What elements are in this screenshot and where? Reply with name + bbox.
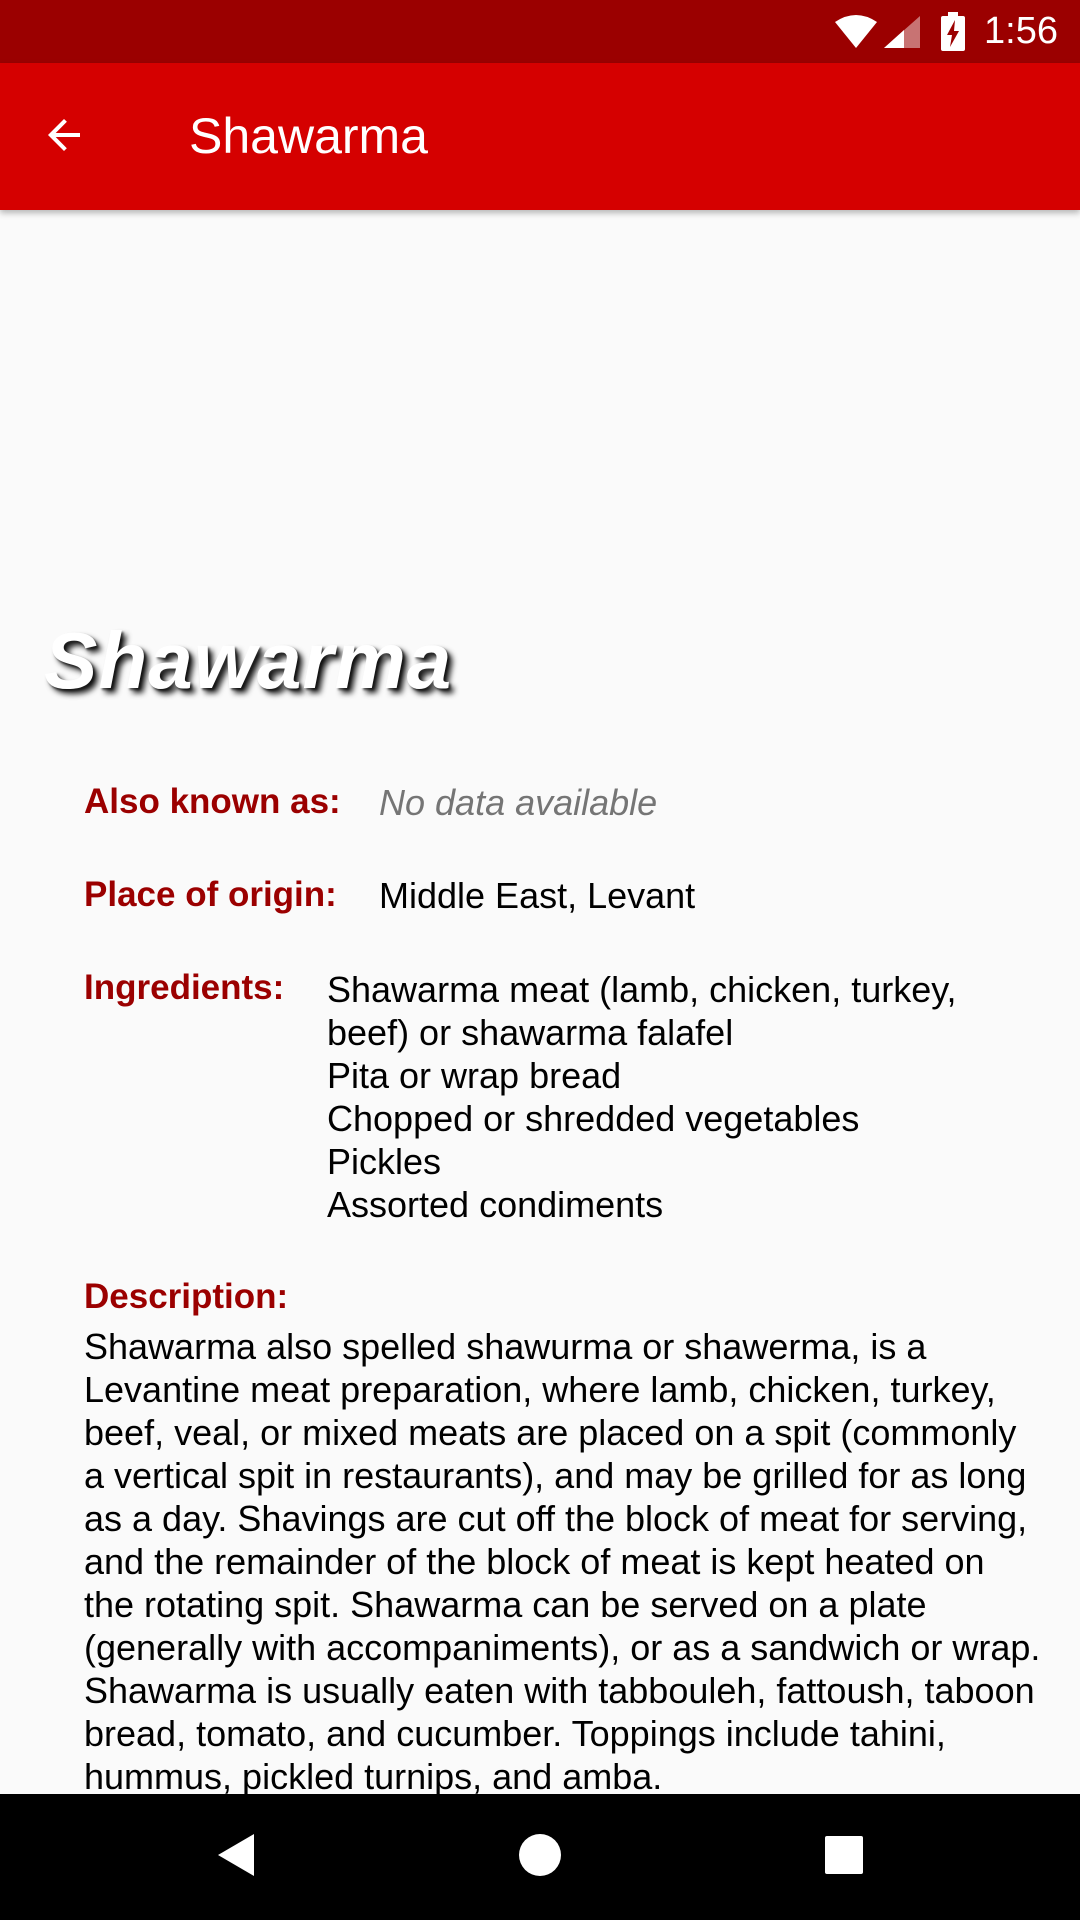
status-icons: 1:56 — [834, 0, 1058, 63]
ingredient-line: Shawarma meat (lamb, chicken, turkey, — [327, 969, 957, 1010]
recents-square-icon — [823, 1834, 865, 1881]
place-of-origin-label: Place of origin: — [84, 875, 337, 914]
description-label: Description: — [84, 1277, 289, 1316]
nav-recents-button[interactable] — [807, 1820, 881, 1894]
back-triangle-icon — [214, 1831, 258, 1884]
ingredients-label: Ingredients: — [84, 968, 285, 1007]
status-time: 1:56 — [984, 10, 1058, 52]
ingredients-list: Shawarma meat (lamb, chicken, turkey, be… — [327, 968, 1027, 1226]
app-bar: Shawarma — [0, 63, 1080, 210]
description-text: Shawarma also spelled shawurma or shawer… — [84, 1326, 1041, 1794]
ingredient-line: Pita or wrap bread — [327, 1055, 622, 1096]
nav-back-button[interactable] — [199, 1820, 273, 1894]
arrow-back-icon — [40, 111, 88, 164]
ingredient-line: Assorted condiments — [327, 1184, 664, 1225]
ingredient-line: Chopped or shredded vegetables — [327, 1098, 860, 1139]
hero-image-area: Shawarma — [0, 210, 1080, 730]
screen: 1:56 Shawarma Shawarma Also known as: No… — [0, 0, 1080, 1920]
nav-home-button[interactable] — [503, 1820, 577, 1894]
navigation-bar — [0, 1794, 1080, 1920]
battery-charging-icon — [940, 11, 966, 52]
place-of-origin-value: Middle East, Levant — [379, 875, 696, 916]
status-bar: 1:56 — [0, 0, 1080, 63]
ingredient-line: Pickles — [327, 1141, 442, 1182]
wifi-icon — [834, 14, 878, 50]
also-known-as-value: No data available — [379, 782, 658, 823]
content-scroll[interactable]: Shawarma Also known as: No data availabl… — [0, 210, 1080, 1794]
also-known-as-label: Also known as: — [84, 782, 341, 821]
cell-signal-icon — [882, 14, 922, 50]
hero-title: Shawarma — [44, 616, 453, 705]
app-bar-title: Shawarma — [189, 108, 428, 164]
home-circle-icon — [517, 1832, 563, 1883]
ingredient-line: beef) or shawarma falafel — [327, 1012, 734, 1053]
back-button[interactable] — [28, 101, 100, 173]
